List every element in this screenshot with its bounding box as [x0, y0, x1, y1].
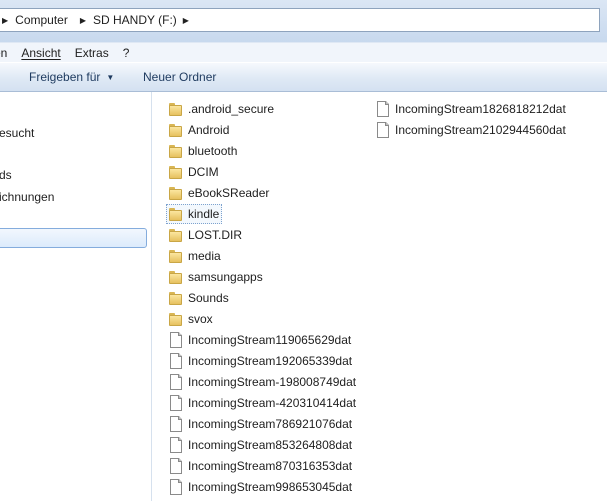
item-name: IncomingStream853264808dat — [188, 438, 353, 452]
file-item[interactable]: IncomingStream1826818212dat — [375, 99, 566, 119]
item-name: media — [188, 249, 221, 263]
file-item[interactable]: IncomingStream870316353dat — [168, 456, 352, 476]
chevron-right-icon[interactable]: ▶ — [183, 16, 189, 25]
nav-item-label: esucht — [0, 126, 35, 140]
folder-icon — [168, 122, 184, 138]
folder-icon — [168, 248, 184, 264]
file-item[interactable]: IncomingStream-198008749dat — [168, 372, 356, 392]
new-folder-label: Neuer Ordner — [143, 70, 217, 84]
menu-edit[interactable]: en — [0, 46, 14, 60]
item-name: eBookSReader — [188, 186, 270, 200]
item-name: IncomingStream870316353dat — [188, 459, 353, 473]
file-icon — [168, 479, 184, 495]
item-name: samsungapps — [188, 270, 263, 284]
folder-item[interactable]: .android_secure — [168, 99, 274, 119]
folder-icon — [168, 290, 184, 306]
file-item[interactable]: IncomingStream192065339dat — [168, 351, 352, 371]
file-icon — [168, 458, 184, 474]
menu-bar: en Ansicht Extras ? — [0, 42, 607, 63]
item-name: IncomingStream-198008749dat — [188, 375, 357, 389]
file-item[interactable]: IncomingStream786921076dat — [168, 414, 352, 434]
menu-help[interactable]: ? — [116, 46, 137, 60]
item-name: Sounds — [188, 291, 229, 305]
folder-icon — [168, 206, 184, 222]
folder-icon — [168, 227, 184, 243]
breadcrumb-label: Computer — [15, 13, 68, 27]
item-name: DCIM — [188, 165, 219, 179]
command-bar: Freigeben für ▼ Neuer Ordner — [0, 62, 607, 92]
folder-icon — [168, 101, 184, 117]
menu-view[interactable]: Ansicht — [14, 46, 67, 60]
new-folder-button[interactable]: Neuer Ordner — [143, 63, 216, 91]
file-icon — [168, 353, 184, 369]
item-name: IncomingStream998653045dat — [188, 480, 353, 494]
folder-item[interactable]: media — [168, 246, 221, 266]
item-name: bluetooth — [188, 144, 238, 158]
file-icon — [375, 101, 391, 117]
address-bar[interactable]: ▶ Computer ▶ SD HANDY (F:) ▶ — [0, 8, 600, 32]
folder-icon — [168, 185, 184, 201]
file-item[interactable]: IncomingStream853264808dat — [168, 435, 352, 455]
item-name: IncomingStream786921076dat — [188, 417, 353, 431]
file-icon — [168, 374, 184, 390]
file-icon — [375, 122, 391, 138]
file-item[interactable]: IncomingStream-420310414dat — [168, 393, 356, 413]
file-icon — [168, 416, 184, 432]
folder-icon — [168, 269, 184, 285]
item-name: IncomingStream1826818212dat — [395, 102, 566, 116]
folder-item[interactable]: eBookSReader — [168, 183, 269, 203]
breadcrumb-computer[interactable]: ▶ Computer — [2, 13, 74, 27]
folder-item[interactable]: svox — [168, 309, 213, 329]
file-item[interactable]: IncomingStream998653045dat — [168, 477, 352, 497]
item-name: kindle — [188, 207, 220, 221]
share-button[interactable]: Freigeben für ▼ — [29, 63, 114, 91]
folder-item[interactable]: Android — [168, 120, 229, 140]
share-button-label: Freigeben für — [29, 70, 101, 84]
chevron-right-icon: ▶ — [79, 15, 86, 25]
folder-icon — [168, 143, 184, 159]
file-item[interactable]: IncomingStream119065629dat — [168, 330, 351, 350]
nav-item-recent-searches[interactable]: esucht — [0, 124, 34, 142]
address-bar-area: ▶ Computer ▶ SD HANDY (F:) ▶ — [0, 0, 607, 42]
folder-item-focused[interactable]: kindle — [166, 204, 223, 224]
navigation-pane[interactable]: esucht ds ichnungen — [0, 92, 152, 501]
item-name: .android_secure — [188, 102, 275, 116]
file-icon — [168, 332, 184, 348]
nav-item-selected[interactable] — [0, 228, 147, 248]
item-name: IncomingStream119065629dat — [188, 333, 352, 347]
breadcrumb-drive[interactable]: ▶ SD HANDY (F:) ▶ — [80, 13, 196, 27]
folder-item[interactable]: samsungapps — [168, 267, 263, 287]
file-item[interactable]: IncomingStream2102944560dat — [375, 120, 566, 140]
chevron-right-icon: ▶ — [2, 15, 9, 25]
nav-item-label: ds — [0, 168, 12, 182]
folder-icon — [168, 311, 184, 327]
folder-item[interactable]: DCIM — [168, 162, 219, 182]
file-list[interactable]: .android_secure Android bluetooth DCIM e… — [152, 92, 607, 501]
folder-item[interactable]: LOST.DIR — [168, 225, 242, 245]
menu-tools[interactable]: Extras — [68, 46, 116, 60]
item-name: IncomingStream2102944560dat — [395, 123, 566, 137]
nav-item-downloads[interactable]: ds — [0, 166, 12, 184]
folder-item[interactable]: Sounds — [168, 288, 229, 308]
item-name: Android — [188, 123, 230, 137]
folder-item[interactable]: bluetooth — [168, 141, 237, 161]
item-name: IncomingStream192065339dat — [188, 354, 353, 368]
folder-icon — [168, 164, 184, 180]
item-name: LOST.DIR — [188, 228, 243, 242]
chevron-down-icon: ▼ — [106, 72, 115, 82]
nav-item-label: ichnungen — [0, 190, 55, 204]
file-icon — [168, 395, 184, 411]
nav-item-drawings[interactable]: ichnungen — [0, 188, 54, 206]
item-name: IncomingStream-420310414dat — [188, 396, 357, 410]
item-name: svox — [188, 312, 213, 326]
file-icon — [168, 437, 184, 453]
breadcrumb-label: SD HANDY (F:) — [93, 13, 177, 27]
